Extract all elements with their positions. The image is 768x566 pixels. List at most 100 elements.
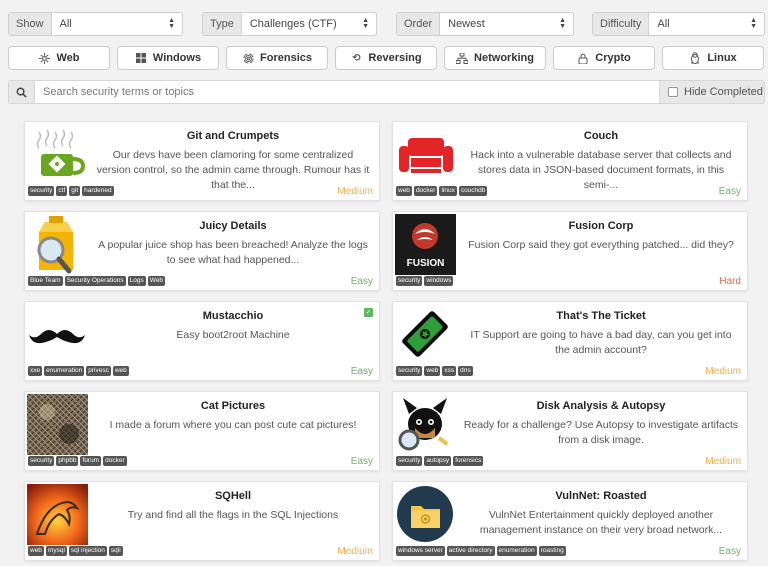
- room-card[interactable]: Juicy Details A popular juice shop has be…: [24, 211, 380, 291]
- room-card[interactable]: SQHell Try and find all the flags in the …: [24, 481, 380, 561]
- git-icon: [27, 124, 88, 185]
- hide-completed-checkbox[interactable]: [668, 87, 678, 97]
- hide-completed-toggle[interactable]: Hide Completed: [659, 81, 764, 103]
- room-tags: security autopsy forensics: [396, 456, 484, 466]
- tag-badge[interactable]: security: [396, 456, 423, 466]
- room-title[interactable]: Cat Pictures: [95, 400, 371, 412]
- tag-badge[interactable]: sqli: [108, 546, 123, 556]
- tag-badge[interactable]: hardened: [82, 186, 114, 196]
- room-card[interactable]: Cat Pictures I made a forum where you can…: [24, 391, 380, 471]
- tag-badge[interactable]: linux: [439, 186, 457, 196]
- type-filter[interactable]: Type Challenges (CTF) ▲ ▼: [202, 12, 377, 36]
- tag-badge[interactable]: security: [28, 456, 55, 466]
- tag-badge[interactable]: security: [396, 366, 423, 376]
- room-description: I made a forum where you can post cute c…: [109, 419, 357, 431]
- category-reversing-button[interactable]: ⟲ Reversing: [335, 46, 437, 70]
- room-description: A popular juice shop has been breached! …: [98, 239, 368, 266]
- room-title[interactable]: Disk Analysis & Autopsy: [463, 400, 739, 412]
- fire-dolphin-icon: [27, 484, 88, 545]
- room-tags: security web xss dns: [396, 366, 473, 376]
- room-card[interactable]: Disk Analysis & Autopsy Ready for a chall…: [392, 391, 748, 471]
- difficulty-filter[interactable]: Difficulty All ▲ ▼: [592, 12, 765, 36]
- room-tags: web docker linux couchdb: [396, 186, 488, 196]
- order-filter-select[interactable]: Newest ▲ ▼: [440, 13, 573, 35]
- search-input[interactable]: [35, 81, 659, 103]
- room-title[interactable]: Mustacchio: [95, 310, 371, 322]
- room-title[interactable]: VulnNet: Roasted: [463, 490, 739, 502]
- category-linux-button[interactable]: Linux: [662, 46, 764, 70]
- tag-badge[interactable]: Web: [147, 276, 166, 286]
- tag-badge[interactable]: enumeration: [496, 546, 537, 556]
- room-card[interactable]: Mustacchio Easy boot2root Machine xxe enume…: [24, 301, 380, 381]
- tag-badge[interactable]: autopsy: [424, 456, 452, 466]
- tag-badge[interactable]: Logs: [127, 276, 146, 286]
- room-card[interactable]: Git and Crumpets Our devs have been clamo…: [24, 121, 380, 201]
- tag-badge[interactable]: web: [112, 366, 129, 376]
- tag-badge[interactable]: web: [424, 366, 441, 376]
- tag-badge[interactable]: sql injection: [68, 546, 107, 556]
- room-title[interactable]: That's The Ticket: [463, 310, 739, 322]
- room-title[interactable]: Couch: [463, 130, 739, 142]
- room-tags: security phpbb forum docker: [28, 456, 127, 466]
- difficulty-filter-select[interactable]: All ▲ ▼: [649, 13, 764, 35]
- tag-badge[interactable]: docker: [103, 456, 127, 466]
- room-description: Easy boot2root Machine: [176, 329, 290, 341]
- room-card-body: VulnNet: Roasted VulnNet Entertainment qu…: [463, 490, 739, 538]
- tag-badge[interactable]: web: [396, 186, 412, 196]
- tag-badge[interactable]: security: [28, 186, 55, 196]
- tag-badge[interactable]: mysql: [45, 546, 67, 556]
- room-title[interactable]: Juicy Details: [95, 220, 371, 232]
- fingerprint-icon: [242, 52, 254, 64]
- tag-badge[interactable]: ctf: [56, 186, 68, 196]
- room-card-body: Mustacchio Easy boot2root Machine: [95, 310, 371, 343]
- room-card[interactable]: VulnNet: Roasted VulnNet Entertainment qu…: [392, 481, 748, 561]
- couch-icon: [395, 124, 456, 185]
- tag-badge[interactable]: Security Operations: [64, 276, 126, 286]
- room-title[interactable]: Fusion Corp: [463, 220, 739, 232]
- tag-badge[interactable]: phpbb: [56, 456, 79, 466]
- room-card[interactable]: FUSION Fusion Corp Fusion Corp said they g…: [392, 211, 748, 291]
- tag-badge[interactable]: xxe: [28, 366, 43, 376]
- tag-badge[interactable]: security: [396, 276, 423, 286]
- room-card-body: That's The Ticket IT Support are going to…: [463, 310, 739, 358]
- tag-badge[interactable]: web: [28, 546, 44, 556]
- tag-badge[interactable]: roasting: [538, 546, 566, 556]
- search-icon[interactable]: [9, 81, 35, 103]
- category-windows-button[interactable]: Windows: [117, 46, 219, 70]
- order-filter[interactable]: Order Newest ▲ ▼: [396, 12, 574, 36]
- category-crypto-button[interactable]: Crypto: [553, 46, 655, 70]
- room-card[interactable]: That's The Ticket IT Support are going to…: [392, 301, 748, 381]
- type-filter-select[interactable]: Challenges (CTF) ▲ ▼: [242, 13, 376, 35]
- tag-badge[interactable]: windows server: [396, 546, 445, 556]
- tag-badge[interactable]: forensics: [453, 456, 484, 466]
- room-card-body: Cat Pictures I made a forum where you can…: [95, 400, 371, 433]
- category-forensics-button[interactable]: Forensics: [226, 46, 328, 70]
- tag-badge[interactable]: xss: [442, 366, 457, 376]
- tag-badge[interactable]: privesc: [86, 366, 111, 376]
- tag-badge[interactable]: git: [69, 186, 81, 196]
- tag-badge[interactable]: enumeration: [44, 366, 85, 376]
- tag-badge[interactable]: active directory: [446, 546, 495, 556]
- type-filter-label: Type: [203, 13, 242, 35]
- show-filter-select[interactable]: All ▲ ▼: [52, 13, 182, 35]
- show-filter[interactable]: Show All ▲ ▼: [8, 12, 183, 36]
- category-forensics-label: Forensics: [260, 52, 312, 64]
- room-title[interactable]: Git and Crumpets: [95, 130, 371, 142]
- category-buttons: Web Windows Forensics ⟲ Reversing Networ…: [8, 46, 765, 70]
- difficulty-label: Easy: [350, 276, 373, 287]
- difficulty-label: Easy: [350, 456, 373, 467]
- difficulty-label: Easy: [350, 366, 373, 377]
- room-card-body: Couch Hack into a vulnerable database ser…: [463, 130, 739, 193]
- tag-badge[interactable]: couchdb: [458, 186, 488, 196]
- room-card[interactable]: Couch Hack into a vulnerable database ser…: [392, 121, 748, 201]
- tag-badge[interactable]: Blue Team: [28, 276, 63, 286]
- category-web-button[interactable]: Web: [8, 46, 110, 70]
- tag-badge[interactable]: docker: [413, 186, 438, 196]
- tag-badge[interactable]: windows: [424, 276, 454, 286]
- room-title[interactable]: SQHell: [95, 490, 371, 502]
- tag-badge[interactable]: dns: [458, 366, 473, 376]
- tag-badge[interactable]: forum: [80, 456, 102, 466]
- lock-icon: [577, 52, 589, 64]
- folder-icon: [395, 484, 456, 545]
- category-networking-button[interactable]: Networking: [444, 46, 546, 70]
